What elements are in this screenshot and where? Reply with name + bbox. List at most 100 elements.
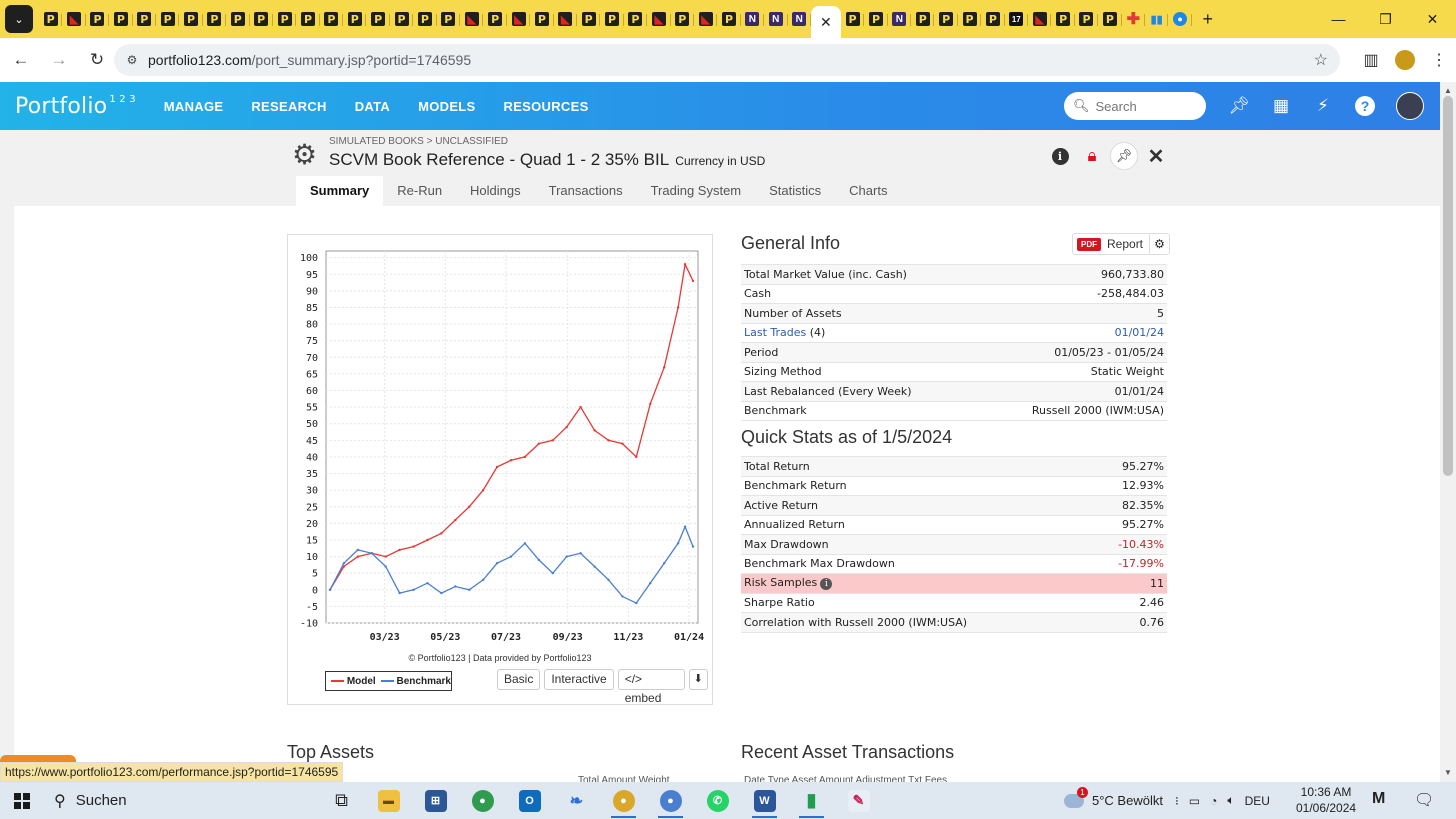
url-text[interactable]: portfolio123.com/port_summary.jsp?portid… [148, 52, 471, 68]
task-view-icon[interactable]: ⧉ [318, 782, 365, 819]
chrome-profile-2-icon[interactable]: ● [647, 782, 694, 819]
browser-tab[interactable]: ◣ [647, 6, 671, 32]
book-settings-gear-icon[interactable]: ⚙ [292, 138, 317, 171]
browser-tab[interactable]: ◣ [507, 6, 531, 32]
info-icon[interactable]: i [1044, 142, 1076, 170]
tab-re-run[interactable]: Re-Run [383, 176, 456, 206]
browser-tab[interactable]: P [624, 6, 648, 32]
browser-tab[interactable]: P [390, 6, 414, 32]
report-settings-gear-icon[interactable]: ⚙ [1149, 234, 1169, 254]
site-search-input[interactable] [1095, 98, 1196, 114]
browser-tab[interactable]: P [179, 6, 204, 32]
browser-tab[interactable]: P [911, 6, 935, 32]
apps-grid-icon[interactable]: ▦ [1260, 96, 1302, 116]
side-panel-icon[interactable]: ▥ [1354, 43, 1388, 77]
pin-icon[interactable]: 📌︎ [1218, 96, 1260, 116]
download-icon[interactable]: ⬇ [688, 669, 708, 690]
file-explorer-icon[interactable]: ▬ [365, 782, 412, 819]
browser-tab[interactable]: P [39, 6, 63, 32]
browser-tab[interactable]: P [437, 6, 461, 32]
scroll-down-icon[interactable]: ▼ [1444, 768, 1452, 777]
browser-tab[interactable]: P [156, 6, 180, 32]
notification-icon[interactable]: 🗨︎ [1414, 790, 1434, 810]
nav-manage[interactable]: MANAGE [164, 99, 224, 114]
portfolio123-logo[interactable]: Portfolio 1 2 3 [15, 94, 136, 119]
browser-tab[interactable]: ◣ [62, 6, 87, 32]
browser-tab[interactable]: ● [1168, 6, 1193, 32]
browser-tab[interactable]: N [764, 6, 788, 32]
tray-overflow-icon[interactable]: ⁝ [1175, 794, 1179, 808]
tab-statistics[interactable]: Statistics [755, 176, 835, 206]
browser-tab[interactable]: ✚ [1122, 6, 1146, 32]
nav-resources[interactable]: RESOURCES [504, 99, 589, 114]
performance-chart[interactable]: 1009590858075706560555045403530252015105… [288, 235, 712, 645]
browser-tab[interactable]: ◣ [694, 6, 718, 32]
browser-tab[interactable]: P [133, 6, 157, 32]
word-icon[interactable]: W [741, 782, 788, 819]
pin-button[interactable]: 📌︎ [1108, 142, 1140, 170]
close-window-icon[interactable]: ✕ [1409, 0, 1456, 38]
volume-icon[interactable]: 🔈︎ [1227, 793, 1234, 808]
close-tab-icon[interactable]: ✕ [820, 14, 832, 31]
nav-research[interactable]: RESEARCH [251, 99, 326, 114]
app-icon[interactable]: ⊞ [412, 782, 459, 819]
browser-tab[interactable]: P [600, 6, 625, 32]
browser-tab[interactable]: P [320, 6, 344, 32]
feather-app-icon[interactable]: ❧ [553, 782, 600, 819]
browser-tab[interactable]: P [483, 6, 508, 32]
reload-icon[interactable]: ↻ [80, 43, 114, 77]
forward-icon[interactable]: → [42, 43, 76, 77]
whatsapp-icon[interactable]: ✆ [694, 782, 741, 819]
lock-icon[interactable]: 🔒︎ [1076, 142, 1108, 170]
browser-tab[interactable]: P [1051, 6, 1076, 32]
close-icon[interactable]: ✕ [1140, 142, 1172, 170]
browser-tab[interactable]: P [530, 6, 554, 32]
scroll-thumb[interactable] [1443, 96, 1453, 476]
outlook-icon[interactable]: O [506, 782, 553, 819]
embed-button[interactable]: </> embed [617, 669, 685, 705]
minimize-icon[interactable]: — [1315, 0, 1362, 38]
chrome-icon[interactable]: ● [459, 782, 506, 819]
chrome-profile-icon[interactable]: ● [600, 782, 647, 819]
browser-tab[interactable]: P [86, 6, 110, 32]
browser-menu-icon[interactable]: ⋮ [1422, 43, 1456, 77]
browser-tab[interactable]: N [741, 6, 765, 32]
browser-tab[interactable]: P [296, 6, 321, 32]
browser-tab[interactable]: N [788, 6, 812, 32]
active-tab[interactable]: ✕ [810, 6, 841, 38]
legend-benchmark[interactable]: Benchmark [397, 676, 451, 687]
browser-tab[interactable]: P [1098, 6, 1122, 32]
interactive-button[interactable]: Interactive [544, 669, 614, 690]
browser-tab[interactable]: P [413, 6, 438, 32]
browser-tab[interactable]: P [343, 6, 367, 32]
browser-tab[interactable]: P [1075, 6, 1099, 32]
legend-model[interactable]: Model [347, 676, 376, 687]
tab-summary[interactable]: Summary [296, 176, 384, 206]
browser-tab[interactable]: P [577, 6, 601, 32]
weather-widget[interactable]: 1 5°C Bewölkt [1064, 786, 1163, 808]
browser-tab[interactable]: P [934, 6, 959, 32]
network-icon[interactable]: ◔ [1210, 794, 1217, 808]
browser-tab[interactable]: ◣ [460, 6, 484, 32]
taskbar-search[interactable]: ⚲ Suchen [44, 782, 324, 819]
browser-tab[interactable]: P [958, 6, 982, 32]
info-icon[interactable]: i [820, 578, 833, 591]
language-indicator[interactable]: DEU [1245, 794, 1270, 808]
browser-tab[interactable]: P [366, 6, 391, 32]
browser-tab[interactable]: ◣ [554, 6, 578, 32]
tab-transactions[interactable]: Transactions [535, 176, 637, 206]
restore-icon[interactable]: ❐ [1362, 0, 1409, 38]
back-icon[interactable]: ← [4, 43, 38, 77]
browser-tab[interactable]: P [109, 6, 133, 32]
m-app-icon[interactable]: M [1372, 790, 1385, 808]
site-info-icon[interactable]: ⚙ [118, 53, 146, 67]
help-icon[interactable]: ? [1344, 96, 1386, 116]
battery-icon[interactable]: ▭ [1189, 794, 1200, 808]
browser-tab[interactable]: P [203, 6, 227, 32]
bookmark-star-icon[interactable]: ☆ [1314, 50, 1328, 70]
paint-icon[interactable]: ✎ [835, 782, 882, 819]
browser-tab[interactable]: P [671, 6, 695, 32]
tab-trading-system[interactable]: Trading System [637, 176, 756, 206]
last-trades-date-link[interactable]: 01/01/24 [1115, 326, 1164, 339]
last-trades-link[interactable]: Last Trades [744, 326, 806, 339]
